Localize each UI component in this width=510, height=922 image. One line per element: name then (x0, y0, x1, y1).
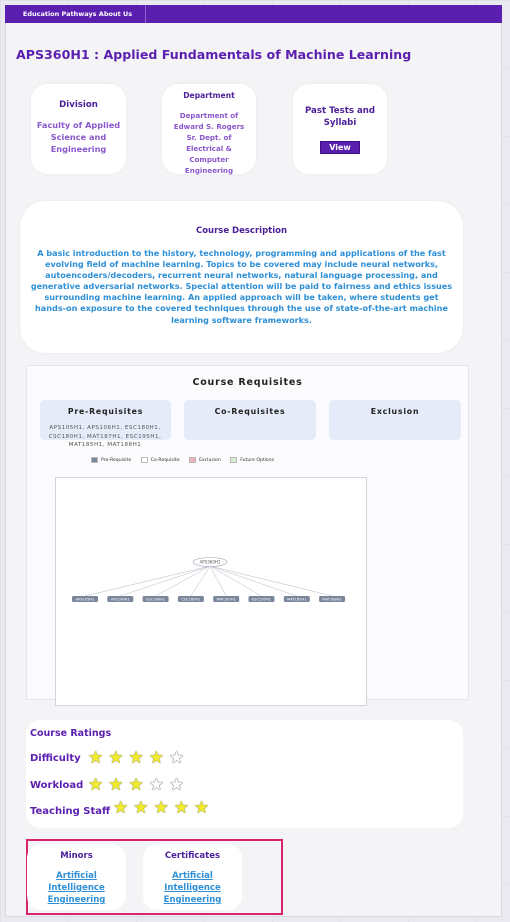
graph-node-aps106h1[interactable]: APS106H1 (107, 596, 134, 602)
graph-edge (84, 565, 211, 597)
star-filled-icon: ★ (113, 798, 134, 818)
graph-legend: Pre-Requisite Co-Requisite Exclusion Fut… (91, 457, 282, 466)
graph-node-esc195h1[interactable]: ESC195H1 (248, 596, 275, 602)
graph-node-label: MAT188H1 (322, 597, 341, 601)
past-tests-title: Past Tests and Syllabi (304, 106, 376, 128)
graph-node-label: APS105H1 (76, 597, 95, 601)
graph-node-label: MAT185H1 (287, 597, 306, 601)
certificates-title: Certificates (164, 851, 221, 861)
star-filled-icon: ★ (108, 748, 129, 768)
graph-node-label: ESC195H1 (252, 597, 271, 601)
legend-swatch-future-options (230, 457, 238, 463)
certificate-link-ai-engineering[interactable]: Artificial Intelligence Engineering (143, 870, 242, 906)
graph-node-aps105h1[interactable]: APS105H1 (72, 596, 98, 602)
star-filled-icon: ★ (128, 775, 149, 795)
legend-item-corequisite: Co-Requisite (140, 457, 180, 464)
course-requisites-panel: Course Requisites Pre-Requisites Co-Requ… (26, 365, 469, 706)
legend-label: Co-Requisite (150, 457, 180, 463)
star-filled-icon: ★ (194, 798, 215, 818)
rating-label-teaching-staff: Teaching Staff (30, 806, 111, 817)
prerequisite-graph-svg: APS105H1 APS106H1 ESC180H1 CSC180H1 MAT187H1… (72, 557, 346, 602)
exclusion-title: Exclusion (370, 407, 420, 416)
past-tests-card: Past Tests and Syllabi View (293, 84, 387, 174)
star-empty-icon: ★ (169, 775, 190, 795)
division-value: Faculty of Applied Science and Engineeri… (36, 120, 121, 154)
certificates-card: Certificates Artificial Intelligence Eng… (143, 844, 242, 910)
legend-label: Exclusion (199, 457, 221, 463)
legend-item-future-options: Future Options (230, 457, 274, 464)
rating-label-difficulty: Difficulty (30, 753, 81, 764)
graph-edge (155, 565, 211, 597)
graph-node-label: APS106H1 (111, 597, 130, 601)
star-filled-icon: ★ (108, 775, 129, 795)
graph-node-mat188h1[interactable]: MAT188H1 (319, 596, 346, 602)
page-title: APS360H1 : Applied Fundamentals of Machi… (16, 47, 412, 62)
description-text: A basic introduction to the history, tec… (30, 248, 453, 325)
corequisites-box: Co-Requisites (184, 400, 316, 440)
graph-node-mat187h1[interactable]: MAT187H1 (213, 596, 240, 602)
center-node-label: APS360H1 (200, 560, 221, 565)
rating-stars-workload: ★★★★★ (88, 777, 189, 794)
minors-title: Minors (60, 851, 93, 861)
legend-swatch-prerequisite (91, 457, 98, 463)
prerequisites-title: Pre-Requisites (67, 407, 144, 416)
requisites-heading: Course Requisites (192, 377, 303, 388)
ratings-title: Course Ratings (30, 728, 112, 739)
rating-stars-teaching-staff: ★★★★★ (113, 800, 214, 817)
graph-edges (84, 565, 333, 597)
graph-nodes: APS105H1 APS106H1 ESC180H1 CSC180H1 MAT187H1… (72, 596, 346, 602)
star-filled-icon: ★ (133, 798, 154, 818)
legend-swatch-corequisite (140, 457, 148, 463)
graph-edge (120, 565, 211, 597)
view-button[interactable]: View (320, 141, 360, 154)
star-filled-icon: ★ (88, 775, 109, 795)
minors-card: Minors Artificial Intelligence Engineeri… (27, 844, 126, 910)
legend-item-exclusion: Exclusion (189, 457, 221, 464)
prerequisites-list: APS105H1, APS106H1, ESC180H1, CSC180H1, … (48, 425, 162, 449)
graph-node-label: CSC180H1 (181, 597, 200, 601)
exclusion-box: Exclusion (329, 400, 461, 440)
course-ratings-card: Course Ratings Difficulty ★★★★★ Workload… (26, 720, 463, 828)
graph-node-mat185h1[interactable]: MAT185H1 (283, 596, 310, 602)
graph-node-label: MAT187H1 (217, 597, 236, 601)
legend-swatch-exclusion (189, 457, 197, 463)
department-value: Department of Edward S. Rogers Sr. Dept.… (173, 111, 245, 175)
course-description-card: Course Description A basic introduction … (20, 201, 463, 353)
star-empty-icon: ★ (148, 775, 169, 795)
prerequisite-graph[interactable]: APS105H1 APS106H1 ESC180H1 CSC180H1 MAT187H1… (55, 477, 367, 706)
division-card: Division Faculty of Applied Science and … (31, 84, 126, 174)
graph-edge (209, 565, 333, 597)
department-card: Department Department of Edward S. Roger… (162, 84, 256, 175)
star-filled-icon: ★ (88, 748, 109, 768)
star-filled-icon: ★ (173, 798, 194, 818)
nav-brand-link[interactable]: Education Pathways About Us (10, 5, 146, 23)
corequisites-title: Co-Requisites (214, 407, 286, 416)
star-filled-icon: ★ (148, 748, 169, 768)
legend-label: Future Options (240, 457, 275, 463)
department-title: Department (183, 91, 235, 100)
legend-label: Pre-Requisite (101, 457, 132, 463)
graph-node-esc180h1[interactable]: ESC180H1 (142, 596, 169, 602)
rating-stars-difficulty: ★★★★★ (88, 750, 189, 767)
navbar: Education Pathways About Us (5, 5, 502, 23)
rating-label-workload: Workload (30, 780, 84, 791)
minor-link-ai-engineering[interactable]: Artificial Intelligence Engineering (27, 870, 126, 906)
star-empty-icon: ★ (169, 748, 190, 768)
graph-edge (190, 565, 211, 597)
graph-node-csc180h1[interactable]: CSC180H1 (177, 596, 204, 602)
description-title: Course Description (195, 226, 288, 236)
star-filled-icon: ★ (128, 748, 149, 768)
graph-node-label: ESC180H1 (146, 597, 165, 601)
legend-item-prerequisite: Pre-Requisite (91, 457, 131, 464)
star-filled-icon: ★ (153, 798, 174, 818)
graph-center-node[interactable]: APS360H1 (192, 557, 228, 567)
division-title: Division (59, 100, 98, 110)
